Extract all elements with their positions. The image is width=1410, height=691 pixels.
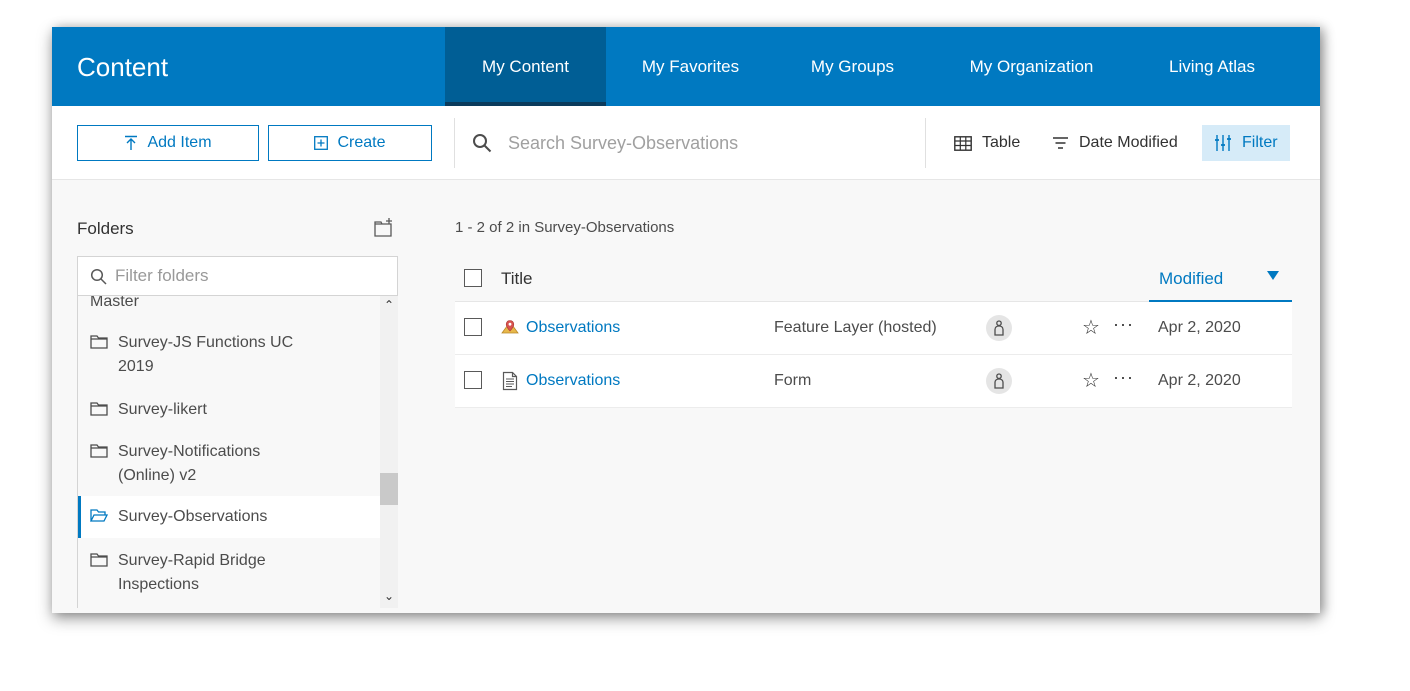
filter-button[interactable]: Filter [1202,125,1290,161]
tab-label: Living Atlas [1169,56,1255,76]
top-navigation-bar: Content My Content My Favorites My Group… [52,27,1320,106]
folder-item[interactable]: Survey-JS Functions UC 2019 [78,331,381,383]
row-checkbox[interactable] [464,318,482,336]
folder-item[interactable]: Master [78,296,381,314]
divider [454,118,455,168]
folder-icon [90,444,108,458]
result-count: 1 - 2 of 2 in Survey-Observations [455,219,675,236]
item-modified-date: Apr 2, 2020 [1158,372,1241,389]
folder-label: Survey-Rapid Bridge Inspections [118,552,266,593]
folder-item[interactable]: Survey-Rapid Bridge Inspections [78,549,381,601]
scroll-up-icon[interactable]: ⌃ [380,297,398,313]
table-icon [954,135,972,151]
form-icon [502,371,518,391]
folder-label: Survey-Notifications (Online) v2 [118,443,261,484]
filter-folders-input[interactable]: Filter folders [77,256,398,296]
folder-item[interactable]: Survey-likert [78,398,381,426]
tab-label: My Favorites [641,56,740,76]
add-item-label: Add Item [147,134,212,151]
search-icon [473,134,492,153]
table-view-button[interactable]: Table [954,125,1020,161]
tab-my-groups[interactable]: My Groups [787,27,918,106]
filter-sliders-icon [1215,135,1231,151]
feature-layer-icon [501,320,519,334]
item-type: Form [774,372,812,389]
folders-heading: Folders [77,219,134,238]
create-label: Create [337,134,386,151]
folder-open-icon [90,509,108,522]
folder-list[interactable]: Master Survey-JS Functions UC 2019 Surve… [77,296,398,608]
sort-descending-icon [1267,271,1279,280]
folder-item-selected[interactable]: Survey-Observations [78,496,381,538]
folder-icon [90,402,108,416]
favorite-star-icon[interactable]: ☆ [1082,315,1100,340]
scroll-down-icon[interactable]: ⌄ [380,588,398,604]
tab-label: My Organization [969,56,1094,76]
add-folder-icon[interactable] [373,217,395,239]
column-modified-label: Modified [1159,269,1224,288]
favorite-star-icon[interactable]: ☆ [1082,368,1100,393]
tab-my-favorites[interactable]: My Favorites [618,27,763,106]
page-title: Content [77,52,169,82]
folder-label: Survey-Observations [118,508,268,525]
create-button[interactable]: Create [268,125,432,161]
folder-label: Master [90,296,139,310]
folder-item[interactable]: Survey-Notifications (Online) v2 [78,440,381,492]
item-title-link[interactable]: Observations [526,319,620,337]
tab-my-content[interactable]: My Content [445,27,606,106]
content-window: Content My Content My Favorites My Group… [52,27,1320,613]
select-all-checkbox[interactable] [464,269,482,287]
folder-label: Survey-likert [118,401,207,418]
tab-label: My Groups [810,56,895,76]
folder-scrollbar[interactable]: ⌃ ⌄ [380,296,398,608]
filter-label: Filter [1242,134,1278,151]
folder-label: Survey-JS Functions UC 2019 [118,334,294,375]
folder-icon [90,335,108,349]
upload-icon [125,135,138,150]
table-header: Title Modified [455,255,1292,302]
add-item-button[interactable]: Add Item [77,125,259,161]
filter-folders-placeholder: Filter folders [115,266,209,285]
tab-living-atlas[interactable]: Living Atlas [1145,27,1279,106]
plus-square-icon [314,136,329,150]
toolbar: Add Item Create Search Survey-Observatio… [52,106,1320,180]
sort-button[interactable]: Date Modified [1052,125,1178,161]
column-modified[interactable]: Modified [1149,255,1292,302]
item-title-link[interactable]: Observations [526,372,620,390]
private-share-icon [986,368,1012,394]
scroll-thumb[interactable] [380,473,398,505]
tab-label: My Content [482,56,569,76]
divider [925,118,926,168]
search-icon [90,268,107,285]
column-title[interactable]: Title [501,269,533,289]
table-row: Observations Feature Layer (hosted) ☆ ··… [455,302,1292,355]
tab-my-organization[interactable]: My Organization [944,27,1119,106]
table-row: Observations Form ☆ ··· Apr 2, 2020 [455,355,1292,408]
row-checkbox[interactable] [464,371,482,389]
table-label: Table [982,134,1021,151]
folder-icon [90,553,108,567]
item-type: Feature Layer (hosted) [774,319,937,336]
search-placeholder: Search Survey-Observations [508,132,739,153]
sort-lines-icon [1053,137,1068,149]
search-input[interactable]: Search Survey-Observations [472,125,902,161]
more-options-icon[interactable]: ··· [1113,314,1134,335]
more-options-icon[interactable]: ··· [1113,367,1134,388]
private-share-icon [986,315,1012,341]
item-modified-date: Apr 2, 2020 [1158,319,1241,336]
sort-label: Date Modified [1079,134,1178,151]
